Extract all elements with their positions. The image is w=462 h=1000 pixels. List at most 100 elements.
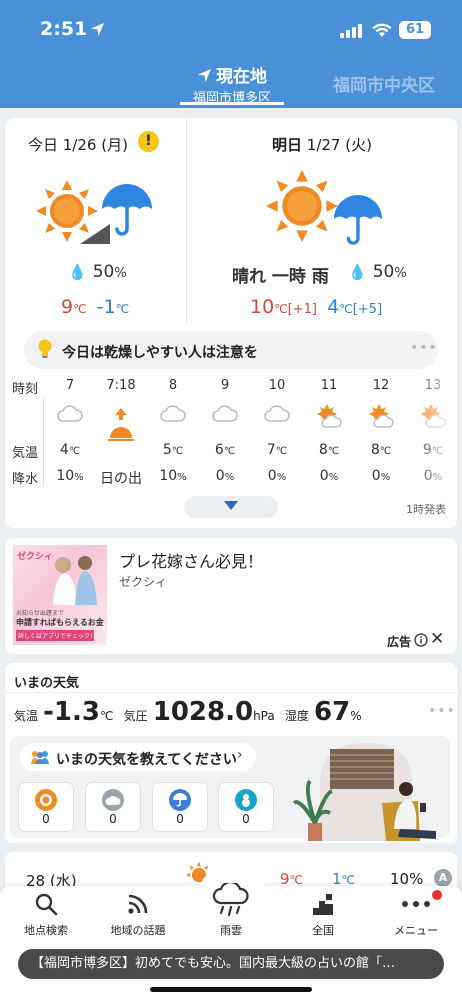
more-icon — [370, 888, 462, 920]
current-weather-title: いまの天気 — [14, 676, 80, 691]
tomorrow-high: 10 — [250, 296, 275, 318]
status-time: 2:51 — [40, 18, 88, 40]
hourly-time: 7 — [65, 378, 75, 393]
tab-current-label: 現在地 — [216, 67, 267, 87]
ad-image[interactable]: ゼクシィ お知らせ出題まで 申請すればもらえるお金 詳しくはアプリでチェック! — [13, 545, 107, 645]
hourly-label-temp: 気温 — [12, 446, 39, 461]
today-high: 9 — [61, 296, 74, 318]
cloudy-icon — [199, 404, 251, 426]
current-pressure: 1028.0 — [152, 697, 254, 727]
nav-label: 地域の話題 — [110, 924, 166, 937]
tomorrow-weather-text: 晴れ 一時 雨 — [232, 267, 329, 287]
tomorrow-temps: 10℃[+1] 4℃[+5] — [250, 296, 383, 318]
sun-cloud-icon — [303, 404, 355, 432]
hourly-temp: 8℃ — [370, 442, 392, 458]
scroll-fade — [405, 376, 457, 488]
chevron-down-icon — [224, 501, 238, 510]
raindrop-icon: 💧 — [348, 263, 367, 281]
tomorrow-low-diff: [+5] — [352, 302, 383, 317]
cloudy-icon — [44, 404, 96, 426]
battery-indicator: 61 — [399, 21, 431, 39]
chart-bar-icon — [277, 888, 369, 920]
chevron-right-icon: › — [237, 747, 243, 763]
sun-icon — [266, 170, 338, 242]
nav-item-3[interactable]: 雨雲 — [185, 880, 277, 938]
hourly-precip: 0% — [371, 468, 391, 484]
divider — [5, 692, 457, 693]
reliability-badge: A — [434, 869, 452, 887]
tomorrow-title: 明日 1/27 (火) — [272, 136, 372, 154]
hourly-temp: 6℃ — [214, 442, 236, 458]
hourly-time: 11 — [320, 378, 338, 393]
humidity-label: 湿度 — [284, 709, 309, 723]
nav-item-4[interactable]: 全国 — [277, 888, 369, 938]
current-observations: 気温 -1.3℃ 気圧 1028.0hPa 湿度 67% — [14, 697, 362, 727]
tab-indicator — [180, 102, 284, 105]
tab-current-location[interactable]: 現在地 福岡市博多区 — [180, 62, 284, 106]
hourly-temp: 8℃ — [318, 442, 340, 458]
info-icon[interactable] — [414, 633, 428, 647]
vote-rain-button[interactable]: 0 — [152, 782, 208, 832]
cloudy-icon — [251, 404, 303, 426]
ad-label: 広告 — [387, 635, 412, 649]
nav-label: 地点検索 — [24, 924, 68, 937]
rain-cloud-icon — [185, 880, 277, 920]
nav-item-1[interactable]: 地点検索 — [0, 888, 92, 938]
vote-cloud-button[interactable]: 0 — [85, 782, 141, 832]
hourly-precip: 0% — [215, 468, 235, 484]
hourly-precip: 0% — [267, 468, 287, 484]
vote-sun-button[interactable]: 0 — [18, 782, 74, 832]
search-icon — [0, 888, 92, 920]
wifi-icon — [372, 23, 392, 37]
tab-chuo-ku[interactable]: 福岡市中央区 — [333, 71, 435, 96]
vote-count: 0 — [109, 812, 117, 826]
cloudy-icon — [147, 404, 199, 426]
nav-label: メニュー — [394, 924, 438, 937]
hourly-temp: 5℃ — [162, 442, 184, 458]
lightbulb-icon — [38, 339, 52, 358]
share-weather-text: いまの天気を教えてください — [56, 752, 237, 768]
day-divider — [186, 118, 187, 323]
ad-sponsor: ゼクシィ — [119, 575, 168, 589]
pressure-label: 気圧 — [123, 709, 148, 723]
hourly-precip: 10% — [159, 468, 187, 484]
hourly-time: 7:18 — [106, 378, 136, 393]
raindrop-icon: 💧 — [68, 263, 87, 281]
vote-count: 0 — [242, 812, 250, 826]
sun-cloud-icon — [355, 404, 407, 432]
tomorrow-high-diff: [+1] — [287, 302, 317, 317]
current-temp: -1.3 — [43, 697, 100, 727]
nav-label: 雨雲 — [220, 924, 242, 937]
people-icon — [31, 751, 49, 764]
hourly-label-time: 時刻 — [12, 382, 39, 397]
umbrella-icon — [333, 195, 383, 245]
more-icon[interactable]: ••• — [428, 703, 456, 719]
notification-dot — [432, 890, 442, 900]
hourly-time: 12 — [372, 378, 390, 393]
illustration-person-reading — [292, 743, 436, 841]
vote-count: 0 — [176, 812, 184, 826]
vote-count: 0 — [42, 812, 50, 826]
more-icon[interactable]: ••• — [410, 340, 438, 356]
warning-badge[interactable]: ! — [138, 131, 159, 152]
signal-icon — [340, 24, 362, 38]
news-ticker[interactable]: 【福岡市博多区】初めてでも安心。国内最大級の占いの館「… — [18, 949, 444, 979]
home-indicator — [150, 987, 312, 992]
hourly-time: 10 — [268, 378, 286, 393]
ad-title[interactable]: プレ花嫁さん必見！ — [119, 548, 263, 572]
tomorrow-low: 4 — [327, 296, 340, 318]
hourly-time: 9 — [220, 378, 230, 393]
feed-icon — [92, 888, 184, 920]
temp-label: 気温 — [14, 709, 39, 723]
vote-snow-button[interactable]: 0 — [218, 782, 274, 832]
sunrise-label: 日の出 — [100, 471, 142, 487]
sunrise-icon — [95, 408, 147, 446]
hourly-precip: 10% — [56, 468, 84, 484]
nav-item-2[interactable]: 地域の話題 — [92, 888, 184, 938]
today-low: -1 — [96, 296, 116, 318]
nav-item-5[interactable]: メニュー — [370, 888, 462, 938]
umbrella-icon — [102, 184, 152, 236]
today-temps: 9℃ -1℃ — [61, 296, 130, 318]
close-icon[interactable]: ✕ — [430, 629, 444, 649]
advice-text: 今日は乾燥しやすい人は注意を — [62, 345, 258, 361]
